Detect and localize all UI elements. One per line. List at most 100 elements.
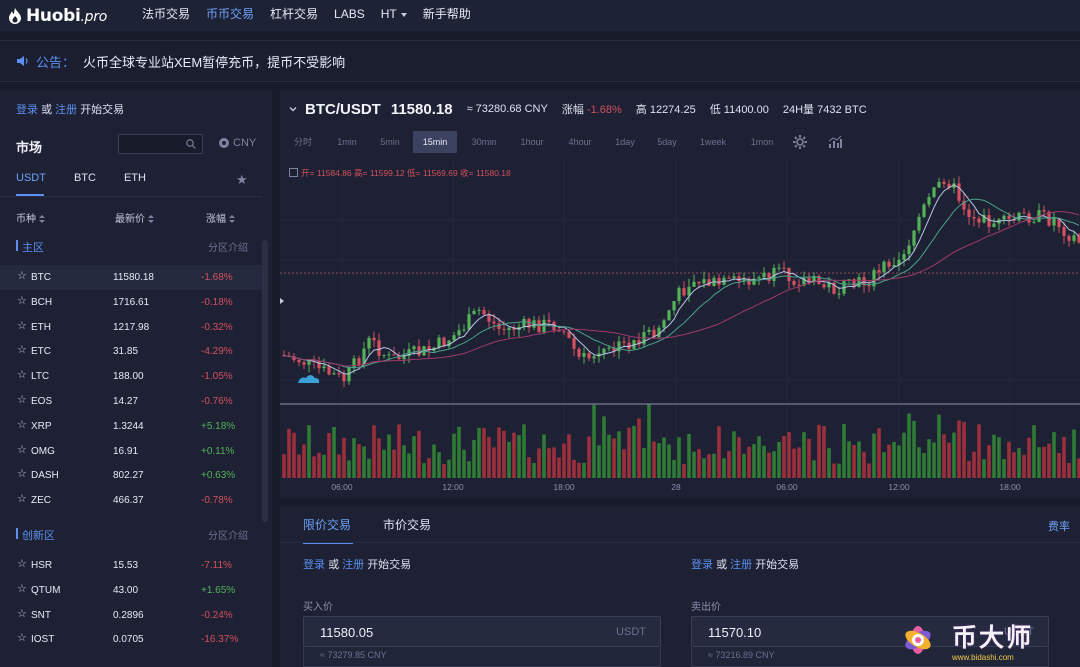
volume-bar: [752, 444, 756, 478]
candle-body: [377, 340, 381, 356]
market-row[interactable]: ☆ BCH 1716.61 -0.18%: [0, 290, 262, 315]
nav-margin-trading[interactable]: 杠杆交易: [270, 0, 318, 31]
row-price: 188.00: [113, 371, 144, 383]
star-icon[interactable]: ☆: [17, 394, 27, 406]
volume-bar: [307, 425, 311, 478]
interval-15min[interactable]: 15min: [413, 131, 457, 153]
interval-1min[interactable]: 1min: [336, 131, 358, 153]
tab-eth[interactable]: ETH: [124, 172, 146, 196]
star-icon[interactable]: ☆: [17, 583, 27, 595]
zone-intro-link[interactable]: 分区介绍: [208, 527, 248, 542]
star-icon[interactable]: ☆: [17, 419, 27, 431]
volume-bar: [637, 418, 641, 478]
col-header-price[interactable]: 最新价: [115, 210, 154, 225]
login-link[interactable]: 登录: [303, 559, 325, 571]
volume-bar: [797, 447, 801, 478]
star-icon[interactable]: ☆: [17, 370, 27, 381]
huobi-logo[interactable]: Huobi.pro: [8, 6, 126, 26]
tab-limit-order[interactable]: 限价交易: [303, 516, 354, 544]
fee-rate-link[interactable]: 费率: [1048, 518, 1070, 534]
ma12-line: [283, 198, 1080, 369]
star-icon[interactable]: ☆: [17, 295, 27, 307]
buy-price-input[interactable]: 11580.05 USDT: [303, 616, 661, 647]
kline-chart[interactable]: 06:00 12:00 18:00 28 06:00 12:00 18:00: [280, 160, 1080, 498]
market-row[interactable]: ☆ BTC 11580.18 -1.68%: [0, 265, 262, 290]
market-row[interactable]: ☆ OMG 16.91 +0.11%: [0, 439, 262, 464]
star-icon[interactable]: ☆: [17, 271, 27, 282]
nav-labs[interactable]: LABS: [334, 0, 365, 31]
star-icon[interactable]: ☆: [17, 494, 27, 505]
candle-body: [727, 277, 731, 279]
col-header-change[interactable]: 涨幅: [206, 210, 235, 225]
announcement-message[interactable]: 火币全球专业站XEM暂停充币，提币不受影响: [83, 52, 345, 71]
market-row[interactable]: ☆ ZEC 466.37 -0.78%: [0, 488, 262, 513]
market-row[interactable]: ☆ SNT 0.2896 -0.24%: [0, 603, 262, 628]
interval-分时[interactable]: 分时: [294, 131, 312, 153]
volume-bar: [852, 445, 856, 478]
nav-exchange-trading[interactable]: 币币交易: [206, 0, 254, 31]
interval-5day[interactable]: 5day: [656, 131, 678, 153]
row-price: 1716.61: [113, 296, 150, 308]
market-row[interactable]: ☆ EOS 14.27 -0.76%: [0, 389, 262, 414]
login-link[interactable]: 登录: [691, 559, 713, 571]
star-icon[interactable]: ☆: [17, 633, 27, 644]
market-row[interactable]: ☆ DASH 802.27 +0.63%: [0, 463, 262, 488]
login-link[interactable]: 登录: [16, 104, 38, 116]
volume-bar: [1022, 454, 1026, 478]
pair-name[interactable]: BTC/USDT: [305, 101, 381, 118]
interval-1hour[interactable]: 1hour: [518, 131, 546, 153]
star-icon[interactable]: ☆: [17, 559, 27, 570]
candle-body: [1072, 235, 1076, 241]
interval-1week[interactable]: 1week: [698, 131, 728, 153]
interval-4hour[interactable]: 4hour: [566, 131, 594, 153]
market-row[interactable]: ☆ HSR 15.53 -7.11%: [0, 553, 262, 578]
nav-fiat-trading[interactable]: 法币交易: [142, 0, 190, 31]
start-trading-text: 开始交易: [80, 104, 125, 116]
favorites-star-icon[interactable]: ★: [236, 172, 248, 188]
zone-intro-link[interactable]: 分区介绍: [208, 239, 248, 254]
plus-icon[interactable]: [289, 168, 298, 177]
star-icon[interactable]: ☆: [17, 469, 27, 480]
interval-30min[interactable]: 30min: [470, 131, 498, 153]
row-symbol: ZEC: [31, 495, 51, 507]
volume-bar: [387, 434, 391, 478]
tab-usdt[interactable]: USDT: [16, 172, 46, 196]
market-row[interactable]: ☆ IOST 0.0705 -16.37%: [0, 627, 262, 652]
indicator-icon[interactable]: [827, 134, 843, 150]
volume-bar: [517, 435, 521, 478]
candle-body: [697, 281, 701, 284]
market-row[interactable]: ☆ ETC 31.85 -4.29%: [0, 339, 262, 364]
cny-toggle[interactable]: CNY: [219, 137, 256, 149]
nav-help[interactable]: 新手帮助: [423, 0, 471, 31]
volume-bar: [917, 447, 921, 478]
market-row[interactable]: ☆ LTC 188.00 -1.05%: [0, 364, 262, 389]
star-icon[interactable]: ☆: [17, 608, 27, 620]
star-icon[interactable]: ☆: [17, 345, 27, 356]
register-link[interactable]: 注册: [730, 559, 752, 571]
market-row[interactable]: ☆ QTUM 43.00 +1.65%: [0, 578, 262, 603]
register-link[interactable]: 注册: [55, 104, 77, 116]
tab-market-order[interactable]: 市价交易: [383, 516, 431, 540]
interval-1mon[interactable]: 1mon: [750, 131, 774, 153]
candle-body: [492, 321, 496, 324]
market-search-input[interactable]: [118, 134, 203, 154]
chevron-down-icon[interactable]: [289, 105, 297, 113]
star-icon[interactable]: ☆: [17, 444, 27, 456]
interval-1day[interactable]: 1day: [614, 131, 636, 153]
ticker-header: BTC/USDT 11580.18 ≈ 73280.68 CNY 涨幅 -1.6…: [280, 90, 1080, 128]
nav-ht-dropdown[interactable]: HT: [381, 0, 407, 31]
gear-icon[interactable]: [792, 134, 808, 150]
interval-5min[interactable]: 5min: [379, 131, 401, 153]
zone-name: 主区: [22, 242, 44, 254]
candle-body: [567, 331, 571, 339]
star-icon[interactable]: ☆: [17, 320, 27, 332]
tab-btc[interactable]: BTC: [74, 172, 96, 196]
market-row[interactable]: ☆ ETH 1217.98 -0.32%: [0, 315, 262, 340]
volume-bar: [987, 445, 991, 478]
market-row[interactable]: ☆ XRP 1.3244 +5.18%: [0, 414, 262, 439]
market-scrollbar[interactable]: [262, 240, 268, 522]
col-header-symbol[interactable]: 币种: [16, 210, 45, 225]
volume-bar: [722, 458, 726, 478]
candle-body: [622, 341, 626, 343]
register-link[interactable]: 注册: [342, 559, 364, 571]
